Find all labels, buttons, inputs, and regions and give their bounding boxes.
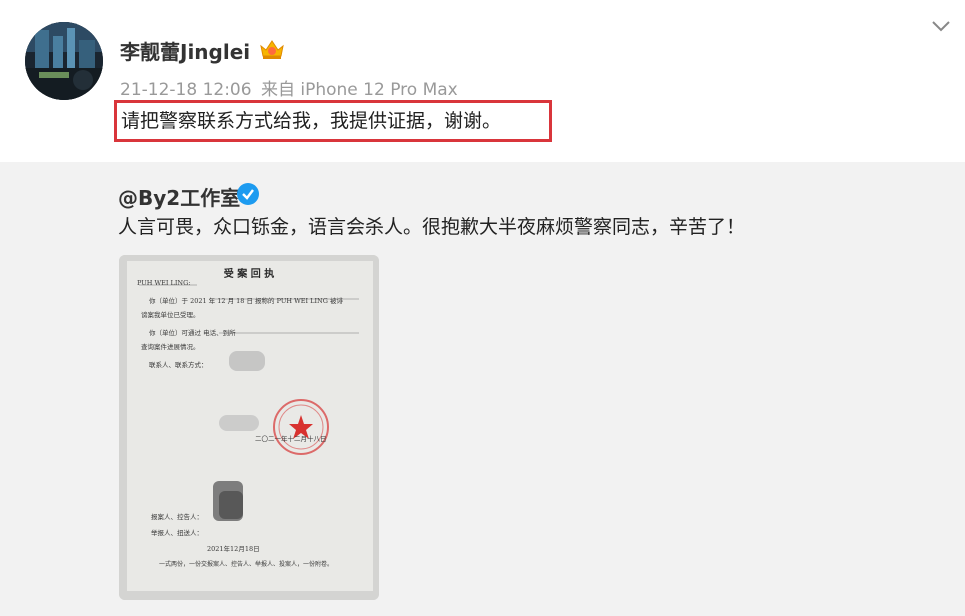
case-receipt-image[interactable]: 受 案 回 执 PUH WEI LING: 你（单位）于 2021 年 12 月… [119, 255, 379, 600]
doc-addressee: PUH WEI LING: [137, 279, 191, 287]
post-timestamp[interactable]: 21-12-18 12:06 [120, 80, 252, 100]
repost-card[interactable]: @By2工作室 人言可畏，众口铄金，语言会杀人。很抱歉大半夜麻烦警察同志，辛苦了… [0, 162, 965, 616]
doc-line: 举报人、扭送人： [151, 529, 203, 537]
doc-line: 联系人、联系方式： [149, 361, 208, 369]
doc-line: 一式两份，一份交报案人、控告人、举报人、投案人，一份附卷。 [159, 561, 334, 568]
avatar[interactable] [25, 22, 103, 100]
post-meta: 21-12-18 12:06 来自 iPhone 12 Pro Max [120, 75, 462, 100]
doc-line: 2021年12月18日 [207, 545, 260, 553]
doc-line: 你（单位）于 2021 年 12 月 18 日 报称的 PUH WEI LING… [149, 297, 343, 305]
doc-line: 报案人、控告人： [151, 513, 203, 521]
username[interactable]: 李靓蕾Jinglei [120, 36, 250, 65]
chevron-down-icon[interactable] [930, 18, 952, 34]
doc-line: 查询案件进展情况。 [141, 343, 200, 351]
doc-title: 受 案 回 执 [223, 269, 275, 280]
weibo-post: 李靓蕾Jinglei 21-12-18 12:06 来自 iPhone 12 P… [0, 0, 965, 616]
doc-line: 二〇二一年十二月十八日 [255, 435, 327, 443]
post-source: 来自 iPhone 12 Pro Max [260, 80, 458, 100]
post-text: 请把警察联系方式给我，我提供证据，谢谢。 [114, 100, 552, 142]
verified-check-icon [237, 183, 259, 205]
doc-line: 你（单位）可通过 电话、到所 [149, 329, 236, 337]
repost-text: 人言可畏，众口铄金，语言会杀人。很抱歉大半夜麻烦警察同志，辛苦了！ [118, 216, 746, 238]
doc-line: 谤案我单位已受理。 [141, 311, 200, 319]
repost-username[interactable]: @By2工作室 [118, 182, 240, 211]
vip-crown-icon [259, 38, 285, 60]
